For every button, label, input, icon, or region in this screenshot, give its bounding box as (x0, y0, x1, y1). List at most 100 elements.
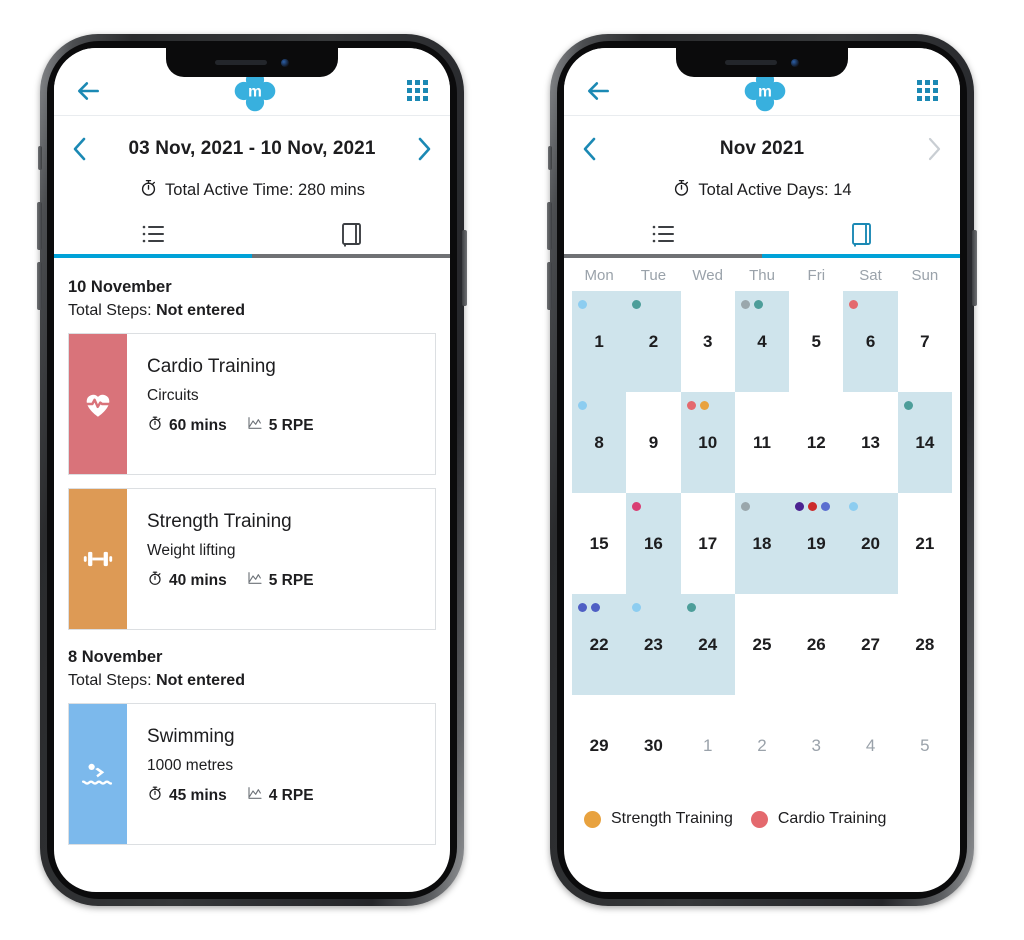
calendar-day-cell[interactable]: 24 (680, 594, 735, 695)
previous-period-button[interactable] (582, 136, 598, 162)
activity-dots (632, 300, 642, 309)
activity-dot (753, 300, 763, 309)
calendar-day-cell[interactable]: 11 (735, 392, 789, 493)
calendar-day-cell[interactable]: 9 (626, 392, 680, 493)
calendar-day-cell[interactable]: 21 (898, 493, 952, 594)
calendar-day-cell[interactable]: 17 (681, 493, 735, 594)
tab-underline-active (54, 254, 252, 258)
calendar-day-cell[interactable]: 10 (680, 392, 735, 493)
calendar-day-cell[interactable]: 18 (734, 493, 790, 594)
calendar-day-number: 26 (806, 634, 826, 654)
day-group-header: 10 November Total Steps: Not entered (68, 278, 436, 320)
calendar-day-number: 29 (589, 735, 609, 755)
weekday-label: Tue (640, 267, 667, 284)
tab-list-view[interactable] (564, 214, 762, 254)
activity-card[interactable]: Strength Training Weight lifting 40 mins… (68, 488, 436, 630)
calendar-day-number: 5 (920, 735, 930, 755)
legend-color-dot (584, 810, 601, 828)
activity-duration: 60 mins (147, 415, 227, 436)
back-arrow-icon[interactable] (76, 78, 102, 104)
legend-item: Strength Training (584, 810, 733, 828)
calendar-day-cell[interactable]: 5 (789, 291, 843, 392)
calendar-day-number: 16 (643, 533, 663, 553)
calendar-day-cell[interactable]: 19 (789, 493, 844, 594)
calendar-day-cell[interactable]: 20 (843, 493, 898, 594)
chart-icon (247, 570, 263, 591)
calendar-day-cell[interactable]: 27 (843, 594, 897, 695)
activity-dots (903, 401, 913, 410)
activity-card[interactable]: Swimming 1000 metres 45 mins 4 RPE (68, 703, 436, 845)
calendar-day-number: 22 (589, 634, 609, 654)
calendar-day-number: 2 (648, 331, 659, 351)
previous-period-button[interactable] (72, 136, 88, 162)
activity-dots (740, 502, 750, 511)
phone-mute-switch (548, 146, 552, 170)
calendar-day-cell[interactable]: 28 (898, 594, 952, 695)
activity-title: Swimming (147, 726, 235, 747)
calendar-day-cell[interactable]: 13 (843, 392, 897, 493)
chart-icon (247, 415, 263, 436)
tab-list-view[interactable] (54, 214, 252, 254)
calendar-day-cell[interactable]: 29 (572, 695, 626, 796)
calendar-day-cell[interactable]: 22 (572, 594, 627, 695)
activity-subtitle: Weight lifting (147, 542, 236, 559)
calendar-day-cell[interactable]: 12 (789, 392, 843, 493)
calendar-day-cell[interactable]: 3 (681, 291, 735, 392)
calendar-day-cell[interactable]: 1 (572, 291, 627, 392)
phone-notch (676, 48, 848, 77)
activity-dots (578, 401, 587, 410)
calendar-day-cell[interactable]: 5 (898, 695, 952, 796)
activity-card[interactable]: Cardio Training Circuits 60 mins 5 RPE (68, 333, 436, 475)
calendar-day-cell[interactable]: 30 (626, 695, 680, 796)
dumbbell-icon (83, 551, 113, 567)
activity-dots (632, 603, 642, 612)
activity-duration: 45 mins (147, 785, 227, 806)
calendar-day-cell[interactable]: 2 (626, 291, 681, 392)
calendar-day-cell[interactable]: 4 (843, 695, 897, 796)
calendar-day-cell[interactable]: 15 (572, 493, 626, 594)
calendar-day-cell[interactable]: 25 (735, 594, 789, 695)
steps-value: Not entered (156, 302, 245, 319)
calendar-day-number: 28 (915, 634, 935, 654)
calendar-day-cell[interactable]: 7 (898, 291, 952, 392)
back-arrow-icon[interactable] (586, 78, 612, 104)
grid-menu-icon[interactable] (407, 80, 428, 101)
tab-calendar-view[interactable] (252, 214, 450, 254)
summary-text: Total Active Days: 14 (698, 180, 852, 199)
calendar-day-cell[interactable]: 26 (789, 594, 843, 695)
calendar-day-cell[interactable]: 23 (626, 594, 681, 695)
phone-notch (166, 48, 338, 77)
front-camera (791, 58, 799, 67)
screenshot-canvas: m 03 Nov, 2021 - 10 Nov, 2021 Total Acti… (0, 0, 1024, 940)
steps-label: Total Steps: (68, 672, 152, 689)
calendar-day-cell[interactable]: 14 (897, 392, 952, 493)
calendar-day-number: 14 (915, 432, 935, 452)
activity-dot (686, 401, 696, 410)
calendar-day-cell[interactable]: 16 (626, 493, 681, 594)
calendar-day-cell[interactable]: 1 (681, 695, 735, 796)
next-period-button[interactable] (416, 136, 432, 162)
calendar-day-cell[interactable]: 8 (572, 392, 627, 493)
activity-dot (699, 401, 709, 410)
calendar-day-number: 23 (643, 634, 663, 654)
calendar-day-cell[interactable]: 4 (734, 291, 790, 392)
activity-dots (686, 401, 709, 410)
calendar-week-row: 8 9 10 11 12 13 14 (572, 392, 952, 493)
calendar-day-cell[interactable]: 3 (789, 695, 843, 796)
tab-calendar-view[interactable] (762, 214, 960, 254)
activity-title: Strength Training (147, 511, 292, 532)
legend-item: Cardio Training (750, 810, 886, 828)
activity-card-body: Strength Training Weight lifting 40 mins… (127, 489, 435, 629)
calendar-day-cell[interactable]: 6 (843, 291, 898, 392)
phone-mockup-list-view: m 03 Nov, 2021 - 10 Nov, 2021 Total Acti… (37, 34, 467, 906)
tab-underline-right (564, 254, 960, 258)
calendar-day-cell[interactable]: 2 (735, 695, 789, 796)
next-period-button[interactable] (926, 136, 942, 162)
weekday-label: Thu (749, 267, 775, 284)
phone-volume-down-button (547, 262, 552, 310)
calendar-day-number: 19 (806, 533, 826, 553)
period-label: Nov 2021 (719, 138, 805, 159)
activity-dot (740, 300, 750, 309)
grid-menu-icon[interactable] (917, 80, 938, 101)
weekday-label: Sat (859, 267, 882, 284)
